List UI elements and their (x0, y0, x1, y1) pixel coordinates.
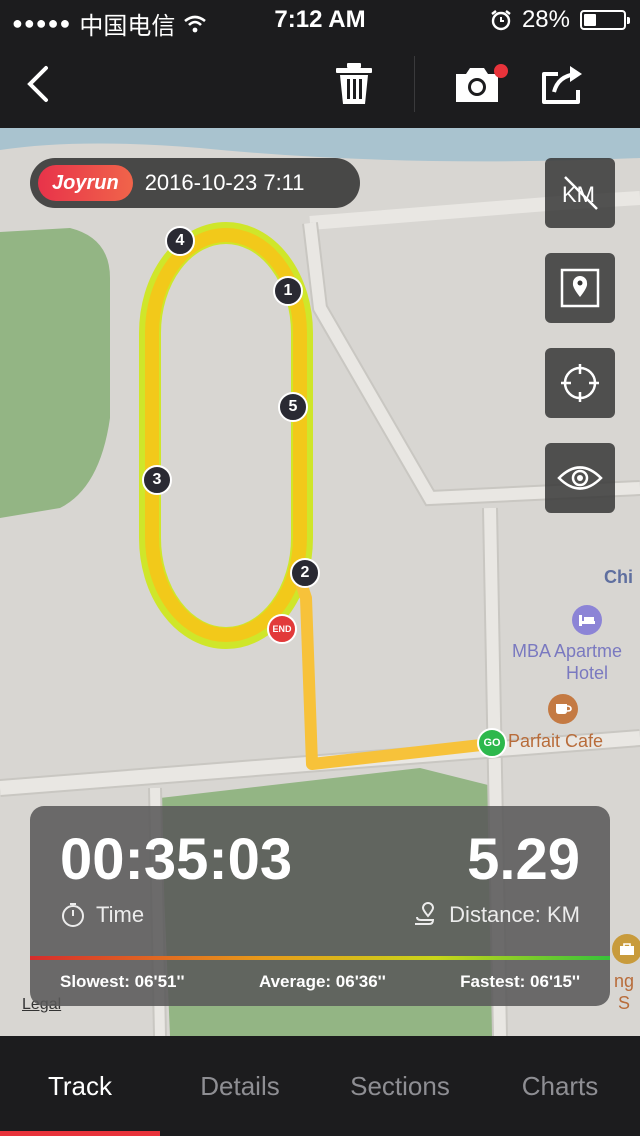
km-marker-1[interactable]: 1 (273, 276, 303, 306)
km-marker-4[interactable]: 4 (165, 226, 195, 256)
slowest-pace: Slowest: 06'51'' (60, 972, 185, 991)
hotel-label[interactable]: MBA Apartme Hotel (512, 640, 640, 684)
distance-label: Distance: KM (413, 902, 580, 928)
hotel-label-line2: Hotel (565, 663, 609, 683)
poi-chi-label: Chi (604, 567, 633, 587)
locate-button[interactable] (545, 348, 615, 418)
notification-badge (494, 64, 508, 78)
run-datetime: 2016-10-23 7:11 (144, 170, 305, 195)
nav-bar (0, 40, 640, 128)
visibility-button[interactable] (545, 443, 615, 513)
duration-label: Time (60, 902, 144, 928)
duration-label-text: Time (96, 902, 145, 927)
duration-value: 00:35:03 (60, 827, 293, 892)
distance-label-text: Distance: KM (449, 902, 580, 927)
route-pin-icon (415, 902, 435, 925)
share-icon[interactable] (538, 62, 586, 106)
distance-value: 5.29 (467, 827, 580, 892)
stopwatch-icon (62, 903, 84, 927)
km-marker-3[interactable]: 3 (142, 465, 172, 495)
cafe-label[interactable]: Parfait Cafe (508, 730, 603, 752)
km-toggle-button[interactable]: KM (545, 158, 615, 228)
average-pace: Average: 06'36'' (258, 972, 386, 991)
map-style-button[interactable] (545, 253, 615, 323)
start-marker[interactable]: GO (477, 728, 507, 758)
end-marker[interactable]: END (267, 614, 297, 644)
hotel-icon[interactable] (572, 605, 602, 635)
tab-track[interactable]: Track (0, 1036, 160, 1136)
alarm-icon (491, 10, 511, 31)
run-stats-panel: 00:35:03 5.29 Time Distance: KM Slowest:… (30, 806, 610, 1006)
eye-icon (557, 466, 603, 490)
tab-charts[interactable]: Charts (480, 1036, 640, 1136)
fastest-pace: Fastest: 06'15'' (460, 972, 580, 991)
km-marker-2[interactable]: 2 (290, 558, 320, 588)
tab-details[interactable]: Details (160, 1036, 320, 1136)
nav-divider (414, 56, 415, 112)
poi-partial-label: ng S (613, 971, 635, 1013)
battery-icon (580, 10, 630, 30)
bottom-tab-bar: Track Details Sections Charts (0, 1036, 640, 1136)
shopping-icon[interactable] (612, 934, 640, 964)
status-right: 28% (490, 6, 630, 34)
map-pin-icon (560, 268, 600, 308)
battery-percent: 28% (521, 6, 570, 33)
chevron-left-icon[interactable] (20, 60, 60, 108)
km-marker-5[interactable]: 5 (278, 392, 308, 422)
status-bar: ●●●●● 中国电信 7:12 AM 28% (0, 0, 640, 40)
pace-gradient-bar (30, 956, 610, 960)
battery-fill (584, 14, 596, 26)
pace-summary: Slowest: 06'51'' Average: 06'36'' Fastes… (30, 972, 610, 992)
hotel-label-line1: MBA Apartme (512, 641, 623, 661)
cafe-icon[interactable] (548, 694, 578, 724)
trash-icon[interactable] (334, 62, 374, 106)
km-off-icon: KM (562, 176, 598, 210)
crosshair-icon (561, 364, 599, 402)
tab-sections[interactable]: Sections (320, 1036, 480, 1136)
camera-button[interactable] (452, 62, 508, 106)
run-info-pill: Joyrun 2016-10-23 7:11 (30, 158, 360, 208)
joyrun-logo: Joyrun (38, 165, 133, 201)
